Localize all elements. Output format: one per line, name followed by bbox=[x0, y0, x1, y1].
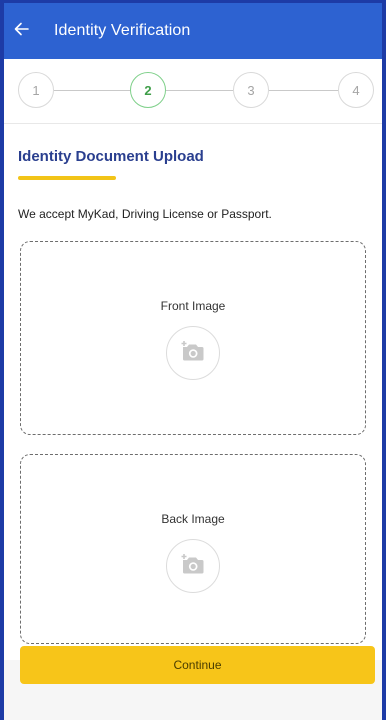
step-connector bbox=[269, 90, 338, 91]
step-connector bbox=[166, 90, 233, 91]
add-camera-icon bbox=[180, 340, 206, 367]
front-image-upload[interactable]: Front Image bbox=[20, 241, 366, 435]
step-2[interactable]: 2 bbox=[130, 72, 166, 108]
page-title: Identity Verification bbox=[54, 22, 191, 39]
progress-stepper: 1 2 3 4 bbox=[4, 59, 382, 124]
accepted-documents-text: We accept MyKad, Driving License or Pass… bbox=[18, 207, 272, 221]
add-camera-icon bbox=[180, 553, 206, 580]
back-button[interactable] bbox=[4, 3, 50, 59]
arrow-left-icon bbox=[13, 20, 31, 43]
back-image-label: Back Image bbox=[161, 512, 225, 526]
back-image-upload[interactable]: Back Image bbox=[20, 454, 366, 644]
main-content: Identity Document Upload We accept MyKad… bbox=[4, 124, 382, 660]
front-image-label: Front Image bbox=[160, 299, 226, 313]
back-camera-button[interactable] bbox=[166, 539, 220, 593]
title-underline bbox=[18, 176, 116, 180]
section-title: Identity Document Upload bbox=[18, 148, 204, 165]
front-camera-button[interactable] bbox=[166, 326, 220, 380]
continue-button[interactable]: Continue bbox=[20, 646, 375, 684]
step-4[interactable]: 4 bbox=[338, 72, 374, 108]
step-1[interactable]: 1 bbox=[18, 72, 54, 108]
step-3[interactable]: 3 bbox=[233, 72, 269, 108]
app-bar: Identity Verification bbox=[4, 3, 382, 59]
app-screen: Identity Verification 1 2 3 4 Identity D… bbox=[4, 3, 382, 720]
step-connector bbox=[54, 90, 130, 91]
